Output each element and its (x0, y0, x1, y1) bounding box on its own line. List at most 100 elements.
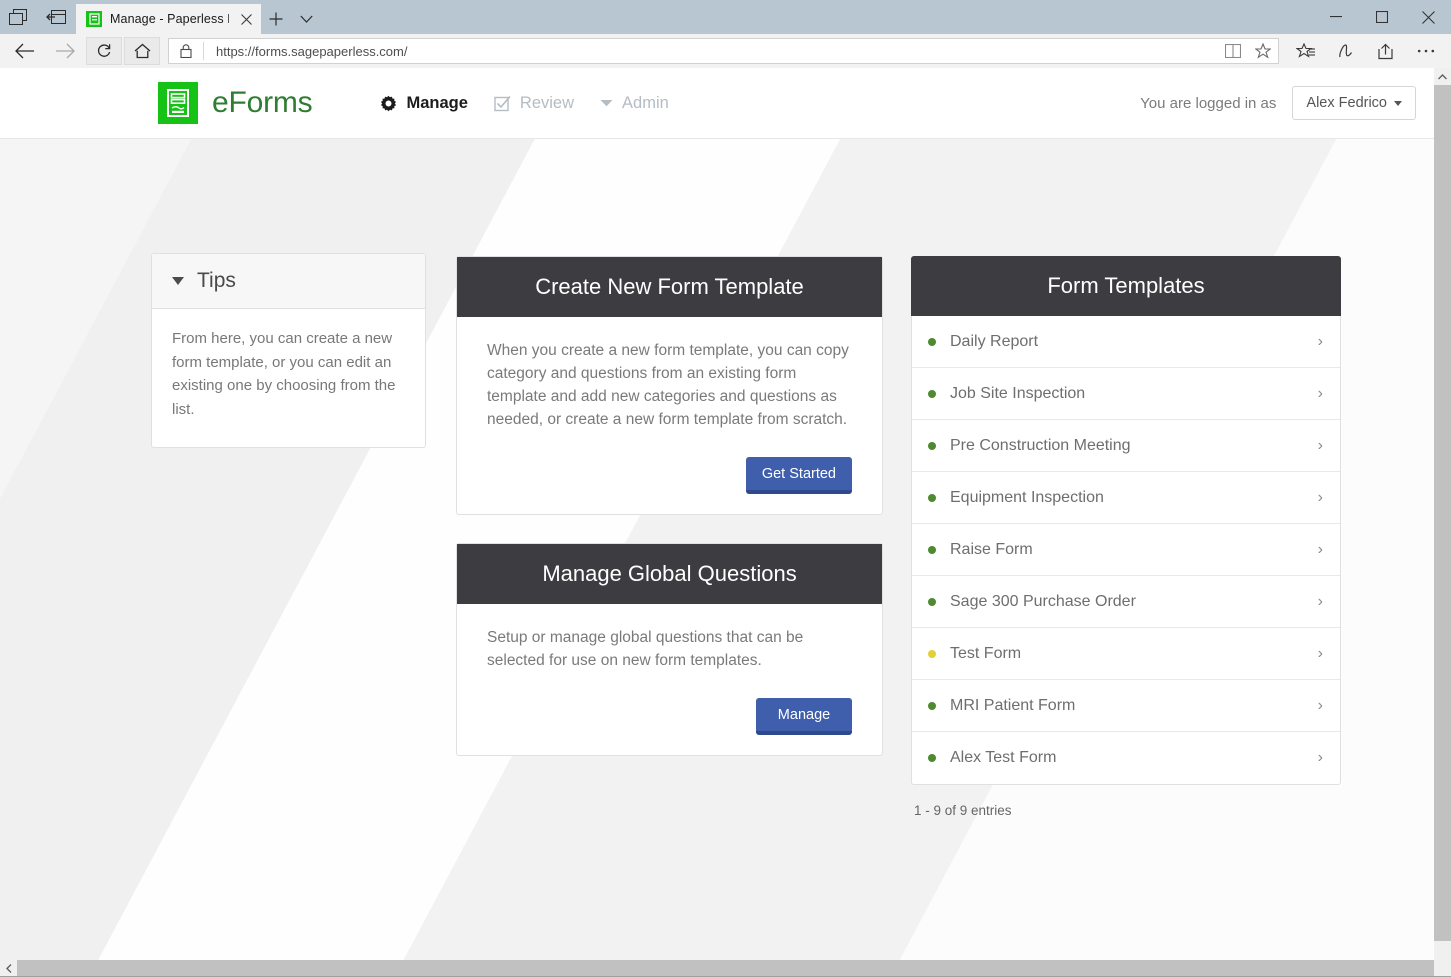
chevron-right-icon: › (1317, 384, 1323, 402)
scroll-left-icon[interactable] (0, 960, 17, 977)
forward-icon (46, 36, 84, 66)
logged-in-label: You are logged in as (1140, 94, 1277, 112)
chevron-right-icon: › (1317, 749, 1323, 766)
more-icon[interactable] (1407, 36, 1445, 66)
lock-icon (169, 44, 203, 58)
chevron-right-icon: › (1317, 332, 1323, 350)
caret-down-icon (600, 99, 613, 107)
titlebar-system-icons (0, 0, 76, 34)
favorite-star-icon[interactable] (1248, 43, 1278, 59)
status-dot-icon (928, 649, 936, 658)
scroll-up-icon[interactable] (1434, 68, 1451, 85)
scrollbar-corner (1434, 960, 1451, 977)
maximize-icon[interactable] (1359, 0, 1405, 34)
hub-icon[interactable] (1287, 36, 1325, 66)
list-item-label: Daily Report (950, 332, 1039, 350)
close-icon[interactable] (237, 10, 255, 28)
manage-global-questions-title: Manage Global Questions (457, 544, 882, 604)
chevron-down-icon[interactable] (291, 4, 321, 34)
vertical-scrollbar[interactable] (1434, 68, 1451, 960)
create-form-template-body: When you create a new form template, you… (457, 317, 882, 514)
form-templates-column: Form Templates Daily Report › Job Site I… (911, 256, 1341, 818)
list-item[interactable]: Equipment Inspection › (912, 472, 1340, 524)
nav-item-admin-label: Admin (622, 93, 669, 112)
nav-item-review[interactable]: Review (494, 94, 574, 113)
new-tab-button[interactable] (261, 4, 291, 34)
list-item[interactable]: Sage 300 Purchase Order › (912, 576, 1340, 628)
home-icon[interactable] (124, 37, 160, 65)
form-templates-list: Daily Report › Job Site Inspection › Pre… (911, 316, 1341, 785)
create-form-template-card: Create New Form Template When you create… (456, 256, 883, 515)
app-header: eForms Manage Review Admin You are logge… (0, 68, 1434, 139)
chevron-right-icon: › (1317, 488, 1323, 506)
get-started-button[interactable]: Get Started (745, 457, 852, 494)
user-section: You are logged in as Alex Fedrico (1140, 86, 1416, 120)
nav-item-manage[interactable]: Manage (380, 94, 468, 113)
form-templates-title: Form Templates (911, 256, 1341, 316)
tips-body: From here, you can create a new form tem… (172, 330, 396, 418)
list-item-label: Alex Test Form (950, 749, 1057, 766)
chevron-right-icon: › (1317, 644, 1323, 662)
create-form-template-text: When you create a new form template, you… (487, 342, 849, 428)
set-tabs-aside-icon[interactable] (4, 2, 32, 32)
address-bar[interactable]: https://forms.sagepaperless.com/ (168, 38, 1279, 64)
user-menu-button[interactable]: Alex Fedrico (1292, 86, 1416, 120)
status-dot-icon (928, 337, 936, 346)
address-bar-url[interactable]: https://forms.sagepaperless.com/ (204, 44, 1218, 59)
status-dot-icon (928, 701, 936, 710)
brand[interactable]: eForms (158, 82, 313, 124)
share-icon[interactable] (1367, 36, 1405, 66)
list-item[interactable]: Alex Test Form › (912, 732, 1340, 784)
browser-window: Manage - Paperless For (0, 0, 1451, 977)
cards-column: Create New Form Template When you create… (456, 256, 883, 784)
manage-global-questions-body: Setup or manage global questions that ca… (457, 604, 882, 755)
chevron-down-icon (1394, 100, 1402, 106)
checkbox-icon (494, 95, 511, 112)
main-nav: Manage Review Admin (380, 94, 669, 113)
status-dot-icon (928, 754, 936, 762)
minimize-icon[interactable] (1313, 0, 1359, 34)
back-icon[interactable] (6, 36, 44, 66)
status-dot-icon (928, 597, 936, 606)
brand-name: eForms (212, 86, 313, 119)
manage-global-questions-actions: Manage (487, 698, 852, 735)
list-item-label: Pre Construction Meeting (950, 436, 1131, 454)
web-note-icon[interactable] (1327, 36, 1365, 66)
entries-count: 1 - 9 of 9 entries (914, 803, 1012, 818)
tips-column: Tips From here, you can create a new for… (151, 253, 426, 448)
close-window-icon[interactable] (1405, 0, 1451, 34)
list-item[interactable]: Raise Form › (912, 524, 1340, 576)
window-controls (1313, 0, 1451, 34)
tips-panel: Tips From here, you can create a new for… (151, 253, 426, 448)
chevron-right-icon: › (1317, 592, 1323, 610)
tips-panel-header[interactable]: Tips (152, 254, 425, 309)
user-name: Alex Fedrico (1306, 95, 1387, 111)
list-item[interactable]: MRI Patient Form › (912, 680, 1340, 732)
manage-button[interactable]: Manage (756, 698, 852, 735)
chevron-right-icon: › (1317, 696, 1323, 714)
page-viewport: eForms Manage Review Admin You are logge… (0, 68, 1451, 977)
reading-view-icon[interactable] (1218, 44, 1248, 58)
refresh-icon[interactable] (86, 37, 122, 65)
manage-global-questions-card: Manage Global Questions Setup or manage … (456, 543, 883, 756)
list-item-label: Sage 300 Purchase Order (950, 592, 1136, 610)
nav-item-admin[interactable]: Admin (600, 94, 669, 113)
browser-tab[interactable]: Manage - Paperless For (76, 4, 261, 34)
eforms-logo-icon (158, 82, 198, 124)
horizontal-scrollbar[interactable] (0, 960, 1451, 977)
list-item[interactable]: Pre Construction Meeting › (912, 420, 1340, 472)
status-dot-icon (928, 493, 936, 502)
list-item[interactable]: Job Site Inspection › (912, 368, 1340, 420)
list-item-label: Job Site Inspection (950, 384, 1086, 402)
eforms-favicon (86, 11, 102, 27)
list-item[interactable]: Test Form › (912, 628, 1340, 680)
create-form-template-actions: Get Started (487, 457, 852, 494)
tabs-aside-list-icon[interactable] (42, 2, 70, 32)
browser-tab-title: Manage - Paperless For (110, 12, 229, 26)
horizontal-scrollbar-thumb[interactable] (17, 960, 1434, 977)
eforms-page: eForms Manage Review Admin You are logge… (0, 68, 1434, 960)
vertical-scrollbar-thumb[interactable] (1434, 85, 1451, 941)
list-item-label: Equipment Inspection (950, 488, 1104, 506)
list-item[interactable]: Daily Report › (912, 316, 1340, 368)
status-dot-icon (928, 545, 936, 554)
